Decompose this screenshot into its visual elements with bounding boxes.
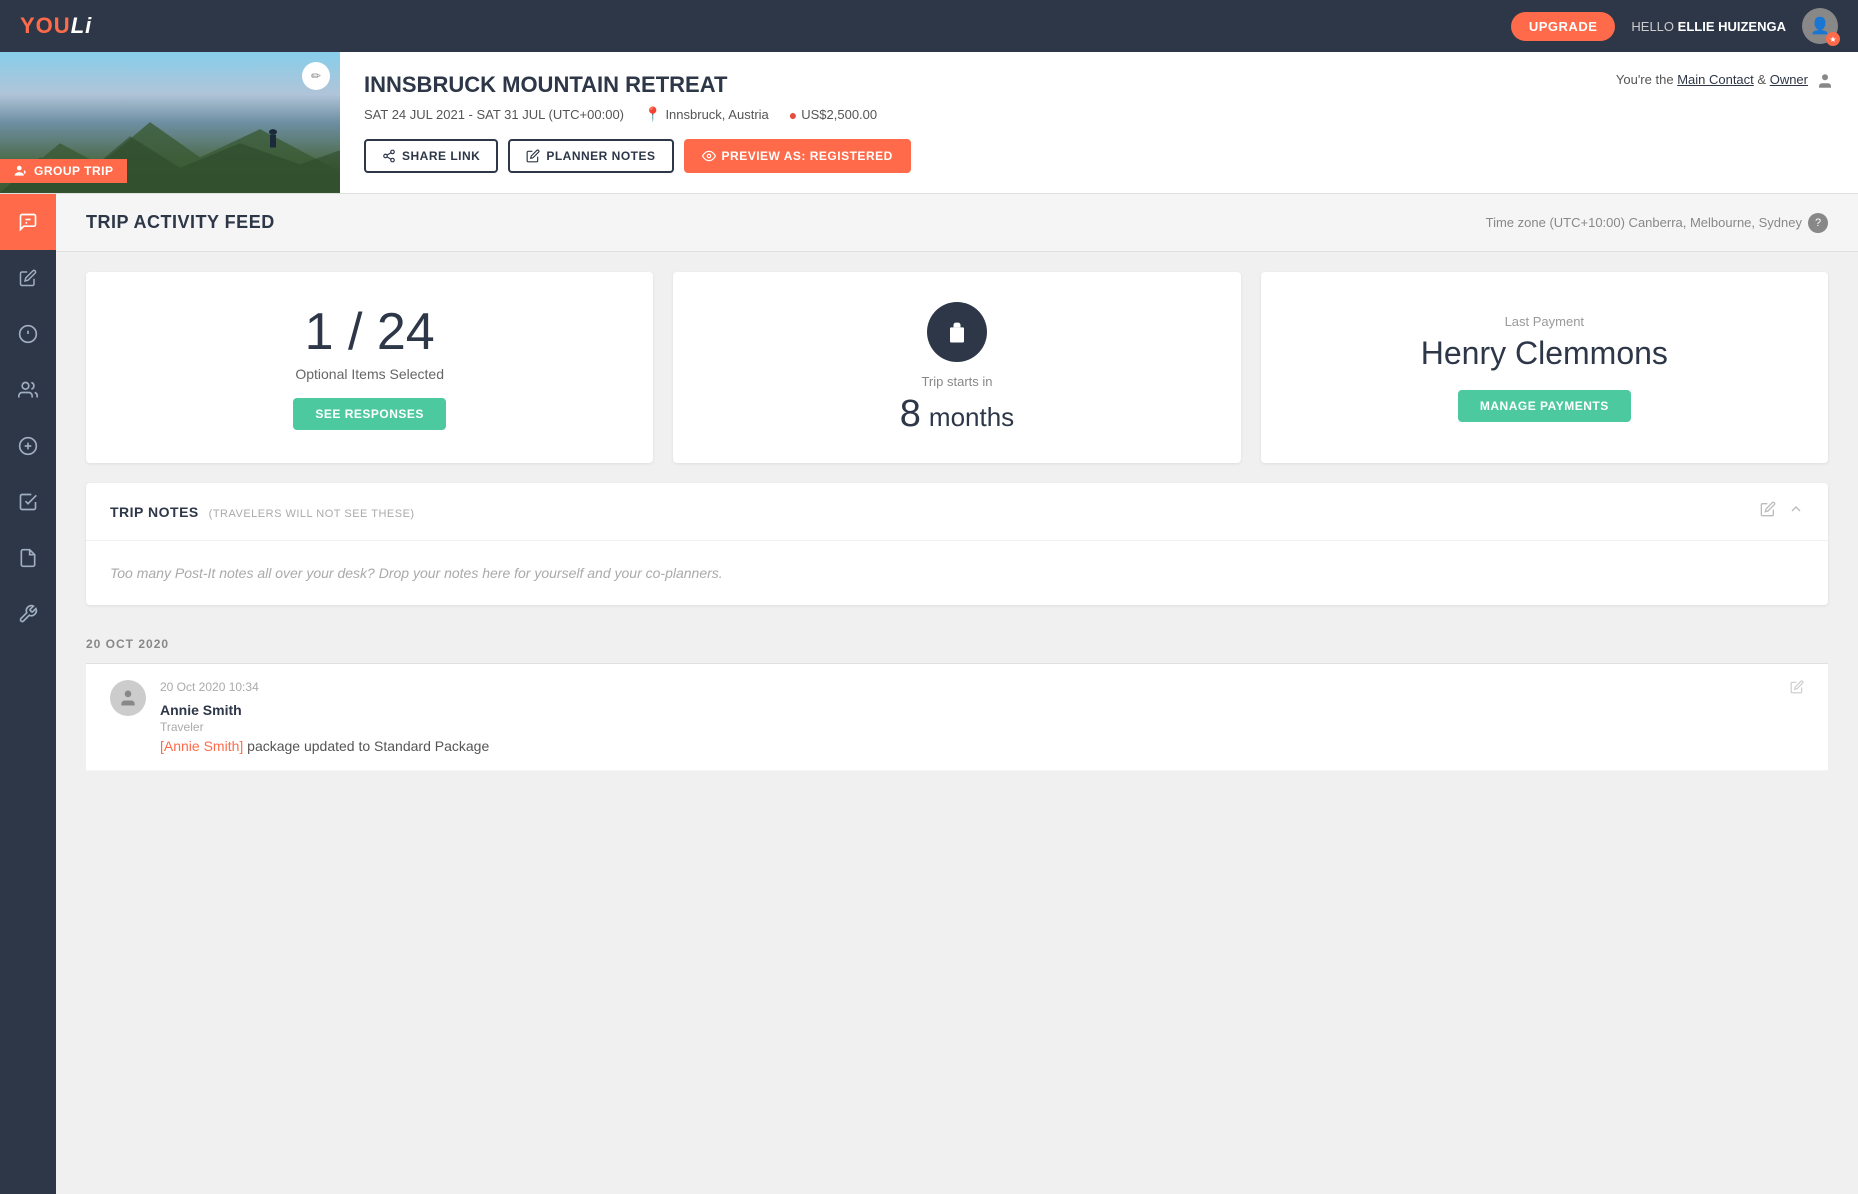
trip-header: ✏ GROUP TRIP INNSBRUCK MOUNTAIN RETREAT … xyxy=(0,52,1858,194)
trip-details: INNSBRUCK MOUNTAIN RETREAT SAT 24 JUL 20… xyxy=(340,52,1592,193)
page-header: TRIP ACTIVITY FEED Time zone (UTC+10:00)… xyxy=(56,194,1858,252)
main-contact-link[interactable]: Main Contact xyxy=(1677,72,1754,87)
optional-items-number: 1 / 24 xyxy=(305,306,435,358)
share-icon xyxy=(382,149,396,163)
luggage-icon xyxy=(943,318,971,346)
sidebar-item-payments[interactable] xyxy=(0,418,56,474)
trip-title: INNSBRUCK MOUNTAIN RETREAT xyxy=(364,72,1568,98)
trip-location: 📍 Innsbruck, Austria xyxy=(644,106,769,123)
activity-link[interactable]: [Annie Smith] xyxy=(160,738,243,754)
trip-notes-subtitle: (TRAVELERS WILL NOT SEE THESE) xyxy=(209,508,415,520)
share-link-button[interactable]: SHARE LINK xyxy=(364,139,498,173)
notes-placeholder-text: Too many Post-It notes all over your des… xyxy=(110,565,1804,581)
help-icon[interactable]: ? xyxy=(1808,213,1828,233)
trip-starts-card: Trip starts in 8 months xyxy=(673,272,1240,463)
contact-person-icon xyxy=(1816,72,1834,90)
edit-notes-icon xyxy=(1760,501,1776,517)
last-payment-name: Henry Clemmons xyxy=(1421,335,1668,372)
trip-notes-body: Too many Post-It notes all over your des… xyxy=(86,541,1828,605)
sidebar-item-document[interactable] xyxy=(0,530,56,586)
sidebar-item-checklist[interactable] xyxy=(0,474,56,530)
checklist-sidebar-icon xyxy=(18,492,38,512)
preview-as-button[interactable]: PREVIEW AS: REGISTERED xyxy=(684,139,911,173)
planner-notes-button[interactable]: PLANNER NOTES xyxy=(508,139,673,173)
group-trip-label: GROUP TRIP xyxy=(34,164,113,178)
trip-notes-title: TRIP NOTES xyxy=(110,504,199,520)
activity-person-name: Annie Smith xyxy=(160,702,242,718)
activity-edit-button[interactable] xyxy=(1790,680,1804,699)
activity-content: 20 Oct 2020 10:34 Annie Smith Traveler [… xyxy=(160,680,1776,754)
owner-link[interactable]: Owner xyxy=(1770,72,1808,87)
optional-items-label: Optional Items Selected xyxy=(295,366,444,382)
hello-text: HELLO ELLIE HUIZENGA xyxy=(1631,19,1786,34)
avatar-badge: ★ xyxy=(1826,32,1840,46)
wrench-sidebar-icon xyxy=(18,604,38,624)
activity-timestamp: 20 Oct 2020 10:34 xyxy=(160,680,1776,694)
page-title: TRIP ACTIVITY FEED xyxy=(86,212,275,233)
trip-actions: SHARE LINK PLANNER NOTES PREVIEW AS: REG… xyxy=(364,139,1568,173)
dollar-sidebar-icon xyxy=(18,436,38,456)
eye-icon xyxy=(702,149,716,163)
trip-notes-actions xyxy=(1760,501,1804,522)
main-layout: TRIP ACTIVITY FEED Time zone (UTC+10:00)… xyxy=(0,194,1858,1194)
trip-dates: SAT 24 JUL 2021 - SAT 31 JUL (UTC+00:00) xyxy=(364,107,624,122)
collapse-notes-button[interactable] xyxy=(1788,501,1804,522)
top-navigation: YOULi UPGRADE HELLO ELLIE HUIZENGA 👤 ★ xyxy=(0,0,1858,52)
sidebar xyxy=(0,194,56,1194)
price-dot-icon: ● xyxy=(789,107,797,123)
pencil-icon xyxy=(526,149,540,163)
trip-meta: SAT 24 JUL 2021 - SAT 31 JUL (UTC+00:00)… xyxy=(364,106,1568,123)
activity-avatar xyxy=(110,680,146,716)
last-payment-card: Last Payment Henry Clemmons MANAGE PAYME… xyxy=(1261,272,1828,463)
people-sidebar-icon xyxy=(18,380,38,400)
activity-date-divider: 20 OCT 2020 xyxy=(86,625,1828,664)
sidebar-item-settings[interactable] xyxy=(0,586,56,642)
trip-notes-title-group: TRIP NOTES (TRAVELERS WILL NOT SEE THESE… xyxy=(110,504,415,520)
user-name: ELLIE HUIZENGA xyxy=(1678,19,1786,34)
trip-notes-card: TRIP NOTES (TRAVELERS WILL NOT SEE THESE… xyxy=(86,483,1828,605)
group-trip-badge: GROUP TRIP xyxy=(0,159,127,183)
optional-items-card: 1 / 24 Optional Items Selected SEE RESPO… xyxy=(86,272,653,463)
document-sidebar-icon xyxy=(18,548,38,568)
sidebar-item-activity-feed[interactable] xyxy=(0,194,56,250)
sidebar-item-edit[interactable] xyxy=(0,250,56,306)
stat-cards: 1 / 24 Optional Items Selected SEE RESPO… xyxy=(56,252,1858,483)
logo[interactable]: YOULi xyxy=(20,13,92,39)
edit-notes-button[interactable] xyxy=(1760,501,1776,522)
avatar[interactable]: 👤 ★ xyxy=(1802,8,1838,44)
trip-price: ● US$2,500.00 xyxy=(789,107,877,123)
avatar-person-icon xyxy=(118,688,138,708)
luggage-icon-circle xyxy=(927,302,987,362)
last-payment-label: Last Payment xyxy=(1505,314,1585,329)
trip-contact-info: You're the Main Contact & Owner xyxy=(1592,52,1858,193)
trip-image: ✏ GROUP TRIP xyxy=(0,52,340,193)
activity-feed-section: 20 OCT 2020 20 Oct 2020 10:34 Annie Smit… xyxy=(86,625,1828,771)
info-sidebar-icon xyxy=(18,324,38,344)
activity-feed-icon xyxy=(18,212,38,232)
trip-starts-number: 8 xyxy=(900,395,921,433)
group-trip-icon xyxy=(14,164,28,178)
trip-image-edit-button[interactable]: ✏ xyxy=(302,62,330,90)
trip-notes-header: TRIP NOTES (TRAVELERS WILL NOT SEE THESE… xyxy=(86,483,1828,541)
trip-starts-label: Trip starts in xyxy=(921,374,992,389)
activity-name-role: Annie Smith Traveler xyxy=(160,702,1776,734)
activity-person-role: Traveler xyxy=(160,720,204,734)
nav-right: UPGRADE HELLO ELLIE HUIZENGA 👤 ★ xyxy=(1511,8,1838,44)
activity-item: 20 Oct 2020 10:34 Annie Smith Traveler [… xyxy=(86,664,1828,771)
main-content: TRIP ACTIVITY FEED Time zone (UTC+10:00)… xyxy=(56,194,1858,1194)
timezone-info: Time zone (UTC+10:00) Canberra, Melbourn… xyxy=(1486,213,1828,233)
sidebar-item-info[interactable] xyxy=(0,306,56,362)
sidebar-item-people[interactable] xyxy=(0,362,56,418)
location-pin-icon: 📍 xyxy=(644,106,661,123)
edit-activity-icon xyxy=(1790,680,1804,694)
activity-description: [Annie Smith] package updated to Standar… xyxy=(160,738,1776,754)
see-responses-button[interactable]: SEE RESPONSES xyxy=(293,398,446,430)
pencil-sidebar-icon xyxy=(19,269,37,287)
manage-payments-button[interactable]: MANAGE PAYMENTS xyxy=(1458,390,1631,422)
chevron-up-icon xyxy=(1788,501,1804,517)
upgrade-button[interactable]: UPGRADE xyxy=(1511,12,1616,41)
trip-starts-unit: months xyxy=(929,402,1014,433)
